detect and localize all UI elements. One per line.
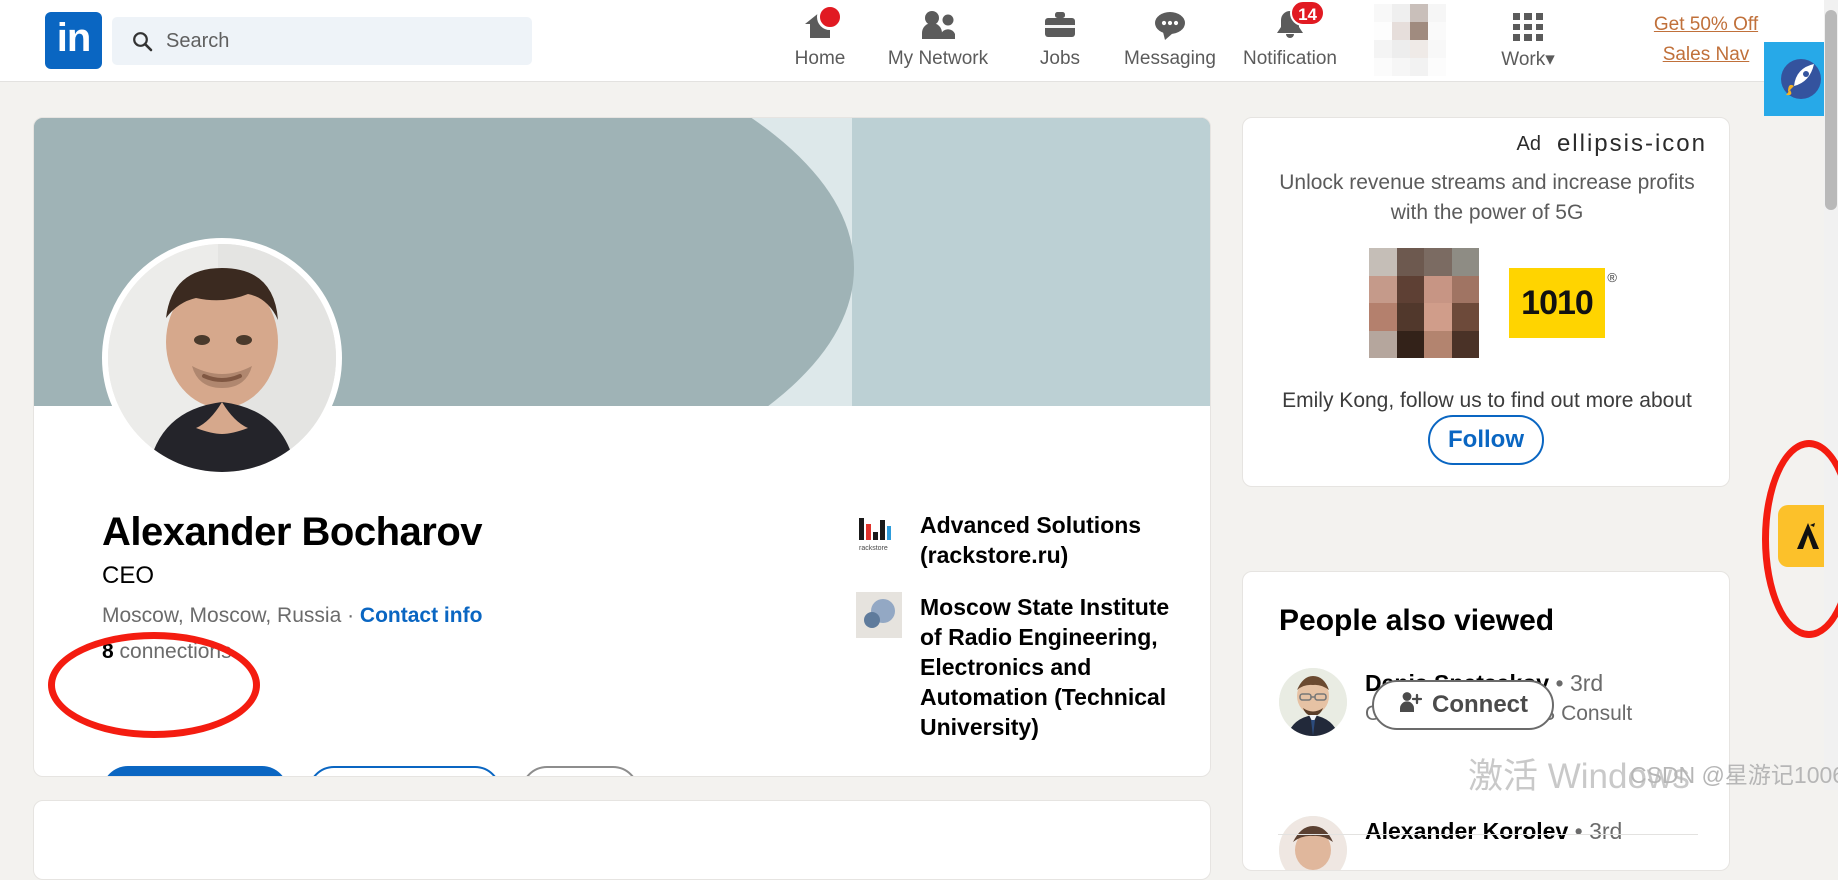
person-avatar-icon (1279, 816, 1347, 870)
svg-text:rackstore: rackstore (859, 545, 888, 552)
connections-count-row[interactable]: 8 connections (102, 640, 722, 664)
pav-connect-label: Connect (1432, 691, 1528, 718)
nav-item-me[interactable] (1350, 4, 1470, 76)
profile-location-row: Moscow, Moscow, Russia · Contact info (102, 602, 722, 630)
search-bar[interactable] (112, 17, 532, 65)
chat-bubble-icon (1152, 9, 1188, 46)
nav-item-messaging[interactable]: Messaging (1110, 8, 1230, 74)
ad-card-header: Ad ellipsis-icon (1516, 130, 1707, 158)
ad-media-row: 1010 ® (1243, 238, 1729, 368)
person-name: Alexander Korolev • 3rd (1365, 818, 1623, 844)
person-avatar-icon (1279, 668, 1347, 736)
more-button[interactable]: More (521, 766, 639, 776)
nav-item-home[interactable]: Home (760, 4, 880, 74)
list-item[interactable]: Alexander Korolev • 3rd (1279, 816, 1699, 870)
profile-card: Alexander Bocharov CEO Moscow, Moscow, R… (33, 117, 1211, 777)
profile-headline: CEO (102, 562, 155, 589)
linkedin-logo-icon[interactable]: in (45, 12, 102, 69)
advertiser-brand-logo-icon: 1010 ® (1509, 268, 1617, 338)
nav-item-my-network[interactable]: My Network (878, 8, 998, 74)
page-title: Alexander Bocharov (102, 510, 483, 554)
affiliation-school[interactable]: Moscow State Institute of Radio Engineer… (856, 592, 1176, 742)
search-icon (130, 29, 154, 53)
school-logo-icon (856, 592, 902, 638)
contact-info-link[interactable]: Contact info (360, 604, 482, 627)
connection-degree: 3rd (1589, 818, 1623, 844)
chevron-down-icon: ▾ (1545, 49, 1555, 70)
next-section-card (33, 800, 1211, 880)
message-button[interactable]: Message (308, 766, 502, 778)
profile-photo-icon[interactable] (102, 238, 342, 478)
connect-button[interactable]: Connect (102, 766, 288, 778)
me-avatar-icon (1374, 4, 1446, 76)
nav-label-work: Work▾ (1501, 49, 1555, 70)
ad-tagline: Unlock revenue streams and increase prof… (1279, 171, 1695, 224)
page-content: Alexander Bocharov CEO Moscow, Moscow, R… (0, 82, 1838, 880)
affiliation-company[interactable]: rackstore Advanced Solutions (rackstore.… (856, 510, 1176, 570)
nav-label-messaging: Messaging (1124, 48, 1216, 69)
profile-info-block: Alexander Bocharov CEO Moscow, Moscow, R… (102, 508, 722, 664)
blurred-avatar-icon (1369, 248, 1479, 358)
connection-degree: 3rd (1569, 670, 1604, 696)
affiliation-company-name: Advanced Solutions (rackstore.ru) (920, 512, 1142, 568)
nav-label-notifications: Notification (1243, 48, 1337, 69)
affiliation-school-name: Moscow State Institute of Radio Engineer… (920, 594, 1170, 740)
search-input[interactable] (166, 29, 496, 53)
nav-item-jobs[interactable]: Jobs (1000, 8, 1120, 74)
nav-item-notifications[interactable]: 14 Notification (1230, 0, 1350, 74)
home-notification-dot (817, 4, 843, 30)
nav-label-home: Home (794, 48, 846, 69)
connections-count: 8 (102, 640, 114, 663)
connections-label: connections (113, 640, 232, 663)
divider (1278, 834, 1698, 835)
sales-nav-line-1: Get 50% Off (1653, 14, 1759, 35)
lock-icon (338, 777, 360, 778)
person-plus-icon (1398, 690, 1423, 721)
profile-location: Moscow, Moscow, Russia (102, 604, 342, 627)
follow-button[interactable]: Follow (1428, 415, 1544, 465)
people-also-viewed-title: People also viewed (1279, 604, 1555, 637)
ad-label: Ad (1516, 132, 1541, 155)
brand-logo-text: 1010 (1521, 283, 1594, 322)
global-navigation-bar: in Home (0, 0, 1838, 82)
ellipsis-icon[interactable]: ellipsis-icon (1557, 130, 1707, 158)
nav-label-jobs: Jobs (1039, 48, 1081, 69)
degree-separator: • (1568, 818, 1590, 844)
people-also-viewed-connect-button[interactable]: Connect (1372, 680, 1554, 730)
briefcase-icon (1043, 9, 1077, 46)
affiliations-list: rackstore Advanced Solutions (rackstore.… (856, 510, 1176, 764)
notifications-badge-count: 14 (1290, 0, 1325, 26)
person-plus-icon (130, 777, 154, 778)
nav-item-work[interactable]: Work▾ (1468, 8, 1588, 74)
location-separator: · (341, 604, 360, 627)
degree-separator: • (1549, 670, 1570, 696)
follow-button-label: Follow (1448, 426, 1524, 453)
registered-mark: ® (1607, 270, 1617, 285)
nav-label-my-network: My Network (887, 48, 989, 69)
rackstore-company-logo-icon: rackstore (856, 510, 902, 556)
grid-dots-icon (1513, 13, 1543, 41)
page-scrollbar-thumb[interactable] (1825, 10, 1837, 210)
people-icon (919, 9, 957, 46)
profile-action-buttons: Connect Message More (102, 766, 639, 778)
